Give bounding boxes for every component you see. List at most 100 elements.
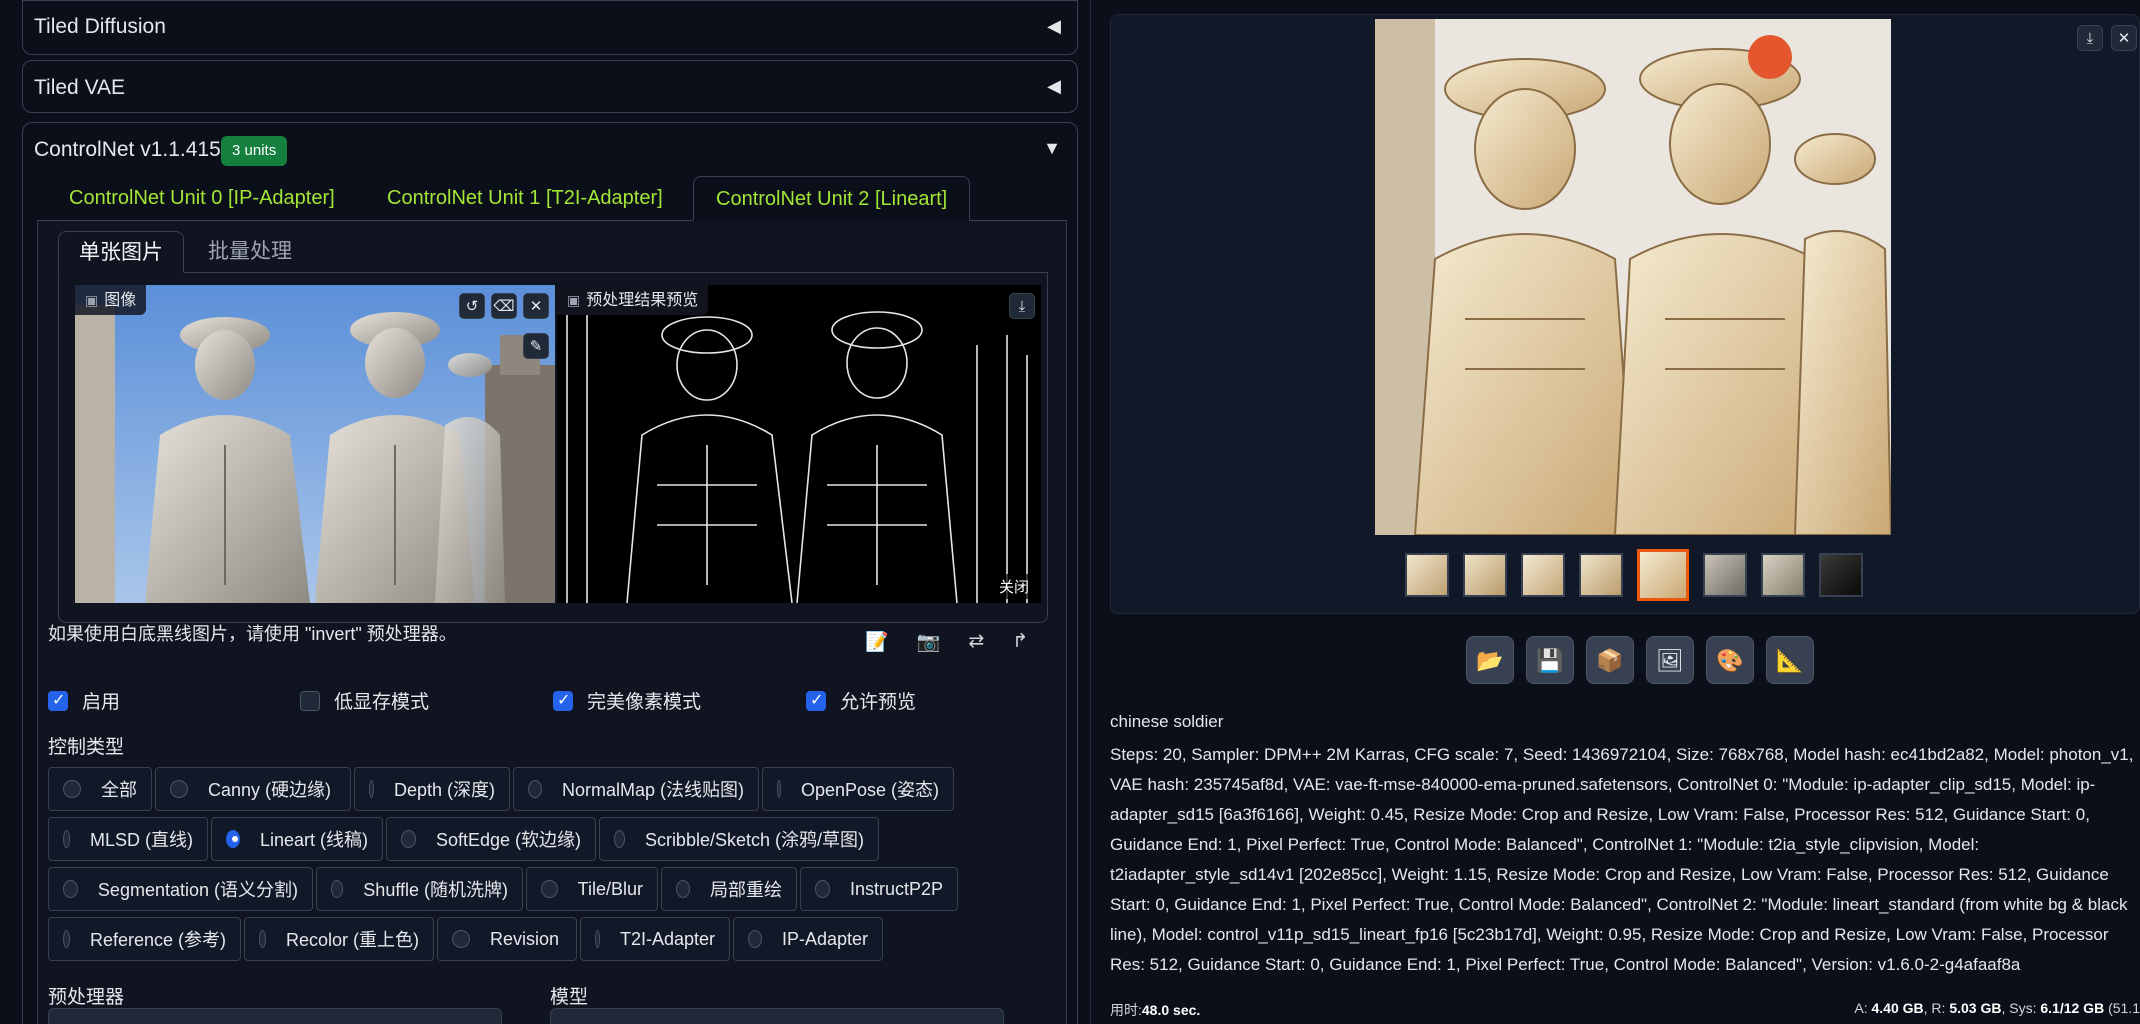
close-icon[interactable]: ✕ — [523, 293, 549, 319]
control-type-option[interactable]: Reference (参考) — [48, 917, 241, 961]
tab-controlnet-unit-0[interactable]: ControlNet Unit 0 [IP-Adapter] — [47, 176, 357, 221]
tab-controlnet-unit-2[interactable]: ControlNet Unit 2 [Lineart] — [693, 176, 971, 221]
send-dimensions-icon[interactable]: ↱ — [1012, 630, 1028, 654]
thumbnail[interactable] — [1579, 553, 1623, 597]
checkbox-box[interactable] — [553, 690, 573, 711]
control-type-option[interactable]: 全部 — [48, 767, 152, 811]
collapse-arrow-icon[interactable]: ◀ — [1047, 16, 1061, 37]
unit-options: 启用 低显存模式 完美像素模式 允许预览 — [48, 687, 1048, 717]
preprocessor-preview-pane[interactable]: ▣ 预处理结果预览 ⤓ 关闭 — [557, 285, 1041, 603]
folder-icon[interactable]: 📂 — [1466, 636, 1514, 684]
memory-usage: A: 4.40 GB, R: 5.03 GB, Sys: 6.1/12 GB (… — [1854, 1000, 2140, 1016]
camera-icon[interactable]: 📷 — [917, 630, 941, 654]
preprocessor-label: 预处理器 — [48, 987, 125, 1008]
control-type-option[interactable]: SoftEdge (软边缘) — [386, 817, 596, 861]
expand-arrow-icon[interactable]: ▼ — [1043, 138, 1061, 159]
control-type-option[interactable]: MLSD (直线) — [48, 817, 208, 861]
allow-preview-checkbox[interactable]: 允许预览 — [806, 687, 916, 714]
tab-controlnet-unit-1[interactable]: ControlNet Unit 1 [T2I-Adapter] — [365, 176, 685, 221]
control-type-option[interactable]: IP-Adapter — [733, 917, 883, 961]
thumbnail-strip — [1405, 549, 1863, 601]
accordion-title: Tiled VAE — [34, 76, 126, 99]
zip-icon[interactable]: 📦 — [1586, 636, 1634, 684]
control-type-option[interactable]: Segmentation (语义分割) — [48, 867, 313, 911]
control-type-option[interactable]: Revision — [437, 917, 577, 961]
image-tools: 📝 📷 ⇄ ↱ — [865, 630, 1028, 654]
image-area: ▣ 图像 ↺ ⌫ ✕ ✎ ▣ 预处理结果预览 ⤓ 关闭 — [58, 273, 1048, 623]
collapse-arrow-icon[interactable]: ◀ — [1047, 76, 1061, 97]
download-icon[interactable]: ⤓ — [1009, 293, 1035, 319]
control-type-option[interactable]: Tile/Blur — [526, 867, 658, 911]
control-type-option[interactable]: T2I-Adapter — [580, 917, 730, 961]
gallery-toolbar: ⤓ ✕ — [2077, 25, 2137, 51]
eraser-icon[interactable]: ⌫ — [491, 293, 517, 319]
image-icon: ▣ — [567, 292, 581, 308]
thumbnail-selected[interactable] — [1637, 549, 1689, 601]
pixel-perfect-checkbox[interactable]: 完美像素模式 — [553, 687, 701, 714]
enable-checkbox[interactable]: 启用 — [48, 687, 120, 714]
thumbnail[interactable] — [1703, 553, 1747, 597]
units-badge: 3 units — [221, 136, 288, 166]
soldier-statue-photo — [75, 285, 555, 603]
checkbox-box[interactable] — [806, 690, 826, 711]
control-type-option[interactable]: Scribble/Sketch (涂鸦/草图) — [599, 817, 879, 861]
thumbnail[interactable] — [1761, 553, 1805, 597]
model-label: 模型 — [550, 987, 589, 1008]
time-taken: 用时:48.0 sec. — [1110, 1002, 1201, 1018]
thumbnail[interactable] — [1521, 553, 1565, 597]
image-icon: ▣ — [85, 292, 99, 308]
send-to-img2img-icon[interactable]: 🖼 — [1646, 636, 1694, 684]
image-action-buttons: 📂 💾 📦 🖼 🎨 📐 — [1466, 636, 1814, 684]
accordion-tiled-diffusion[interactable]: Tiled Diffusion ◀ — [22, 0, 1078, 55]
right-column: ⤓ ✕ 📂 💾 📦 🖼 🎨 📐 chinese soldier Steps: 2… — [1104, 0, 2140, 1024]
brush-icon[interactable]: ✎ — [523, 333, 549, 359]
generation-parameters: Steps: 20, Sampler: DPM++ 2M Karras, CFG… — [1110, 745, 2134, 974]
control-type-option[interactable]: Shuffle (随机洗牌) — [316, 867, 523, 911]
send-to-extras-icon[interactable]: 📐 — [1766, 636, 1814, 684]
output-gallery: ⤓ ✕ — [1110, 14, 2140, 614]
controlnet-unit-tabs: ControlNet Unit 0 [IP-Adapter] ControlNe… — [37, 176, 1067, 221]
control-type-option[interactable]: Depth (深度) — [354, 767, 510, 811]
lineart-preview-image — [557, 285, 1041, 603]
accordion-tiled-vae[interactable]: Tiled VAE ◀ — [22, 60, 1078, 113]
accordion-title: Tiled Diffusion — [34, 15, 166, 38]
send-to-inpaint-icon[interactable]: 🎨 — [1706, 636, 1754, 684]
checkbox-box[interactable] — [48, 690, 68, 711]
control-type-option-selected[interactable]: Lineart (线稿) — [211, 817, 383, 861]
swap-icon[interactable]: ⇄ — [968, 630, 984, 654]
control-type-option[interactable]: InstructP2P — [800, 867, 958, 911]
tab-single-image[interactable]: 单张图片 — [58, 231, 184, 273]
left-column: Tiled Diffusion ◀ Tiled VAE ◀ ControlNet… — [0, 0, 1090, 1024]
control-type-label: 控制类型 — [48, 737, 125, 758]
new-canvas-icon[interactable]: 📝 — [865, 630, 889, 654]
close-icon[interactable]: ✕ — [2111, 25, 2137, 51]
thumbnail[interactable] — [1463, 553, 1507, 597]
control-type-option[interactable]: NormalMap (法线贴图) — [513, 767, 759, 811]
input-image-toolbar: ↺ ⌫ ✕ — [459, 293, 549, 319]
control-type-option[interactable]: 局部重绘 — [661, 867, 797, 911]
invert-hint: 如果使用白底黑线图片，请使用 "invert" 预处理器。 — [48, 624, 457, 644]
checkbox-box[interactable] — [300, 690, 320, 711]
control-type-option[interactable]: Recolor (重上色) — [244, 917, 434, 961]
save-icon[interactable]: 💾 — [1526, 636, 1574, 684]
preview-toolbar: ⤓ — [1009, 293, 1035, 319]
accordion-title[interactable]: ControlNet v1.1.415 — [34, 138, 221, 162]
thumbnail[interactable] — [1405, 553, 1449, 597]
low-vram-checkbox[interactable]: 低显存模式 — [300, 687, 429, 714]
close-preview-button[interactable]: 关闭 — [992, 574, 1035, 599]
control-type-option[interactable]: Canny (硬边缘) — [155, 767, 351, 811]
input-image-label: ▣ 图像 — [75, 285, 147, 315]
input-image-pane[interactable]: ▣ 图像 ↺ ⌫ ✕ ✎ — [75, 285, 555, 603]
undo-icon[interactable]: ↺ — [459, 293, 485, 319]
model-dropdown[interactable] — [550, 1008, 1004, 1024]
preprocessor-dropdown[interactable] — [48, 1008, 502, 1024]
download-icon[interactable]: ⤓ — [2077, 25, 2103, 51]
tab-batch[interactable]: 批量处理 — [188, 231, 312, 273]
thumbnail[interactable] — [1819, 553, 1863, 597]
control-type-option[interactable]: OpenPose (姿态) — [762, 767, 954, 811]
column-divider — [1090, 0, 1104, 1024]
generation-prompt: chinese soldier — [1110, 712, 1224, 731]
generated-image[interactable] — [1375, 19, 1891, 535]
input-mode-tabs: 单张图片 批量处理 — [58, 231, 1048, 273]
preview-label: ▣ 预处理结果预览 — [557, 285, 709, 315]
